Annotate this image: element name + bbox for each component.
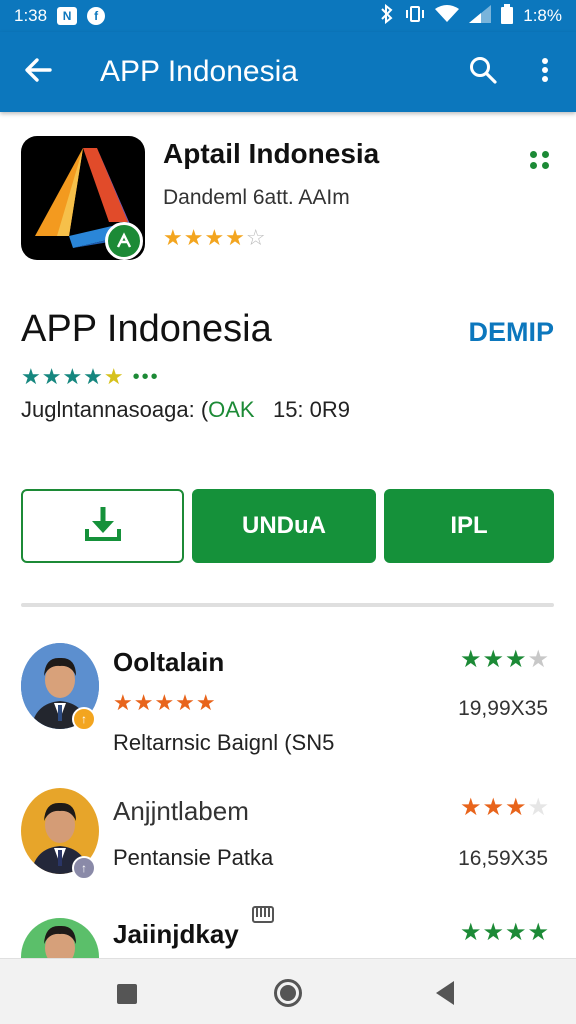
system-nav-bar: [0, 958, 576, 1024]
bluetooth-icon: [379, 3, 395, 29]
section-divider: [21, 603, 554, 607]
demip-link[interactable]: DEMIP: [468, 317, 554, 348]
avatar: [21, 918, 99, 958]
ipl-button[interactable]: IPL: [384, 489, 554, 563]
back-button[interactable]: [0, 32, 76, 112]
page-title: APP Indonesia: [21, 308, 272, 350]
app-bar-title: APP Indonesia: [100, 55, 298, 88]
app-developer[interactable]: Dandeml 6att. AAIm: [163, 186, 350, 210]
battery-text: 1:8%: [523, 6, 562, 25]
download-button[interactable]: [21, 489, 184, 563]
more-options-button[interactable]: [514, 32, 576, 112]
reviewer-subtitle: Pentansie Patka: [113, 845, 274, 870]
undua-button[interactable]: UNDuA: [192, 489, 376, 563]
reviewer-name: Anjjntlabem: [113, 796, 249, 826]
notification-icon: N: [57, 7, 78, 25]
battery-icon: [501, 3, 514, 29]
avatar-badge-icon: ↑: [72, 856, 96, 880]
app-rating-stars: ★★★★☆: [163, 225, 267, 250]
rating-stars: ★★★★★: [21, 364, 125, 389]
messenger-icon: f: [87, 7, 106, 25]
review-rating-stars: ★★★★: [459, 919, 550, 946]
review-rating-stars: ★★★★: [459, 646, 550, 673]
vibrate-icon: [405, 5, 425, 28]
recents-icon[interactable]: [117, 984, 137, 1004]
reviewer-stars: ★★★★★: [113, 690, 217, 715]
meta-prefix: Juglntannasoaga: (: [21, 397, 209, 422]
avatar-badge-icon: ↑: [72, 707, 96, 731]
verified-badge-icon: [105, 222, 143, 260]
review-size: 19,99X35: [458, 697, 548, 720]
more-vert-icon: [541, 57, 549, 88]
status-bar: 1:38 N f 1:8%: [0, 0, 576, 32]
wifi-icon: [435, 4, 460, 28]
app-name: Aptail Indonesia: [163, 138, 380, 169]
signal-icon: [469, 4, 492, 28]
download-icon: [83, 503, 123, 550]
rating-more: •••: [132, 365, 160, 388]
reviewer-name: Jaiinjdkay: [113, 919, 239, 949]
status-time: 1:38: [14, 6, 48, 25]
reviewer-subtitle: Reltarnsic Baignl (SN5: [113, 730, 335, 755]
nav-back-icon[interactable]: [436, 981, 454, 1005]
reviewer-name: Ooltalain: [113, 647, 225, 677]
meta-suffix: 15: 0R9: [272, 397, 351, 422]
home-icon[interactable]: [274, 979, 302, 1007]
app-bar: APP Indonesia: [0, 32, 576, 112]
search-icon: [469, 56, 497, 89]
arrow-back-icon: [24, 57, 52, 88]
review-size: 16,59X35: [458, 847, 548, 870]
meta-info: Juglntannasoaga: (OAK 15: 0R9: [21, 397, 350, 423]
calendar-icon: [252, 905, 274, 928]
app-menu-grid-icon[interactable]: [526, 146, 554, 174]
meta-highlight: OAK: [208, 397, 255, 422]
review-rating-stars: ★★★★: [459, 794, 550, 821]
details-rating: ★★★★★ •••: [21, 364, 160, 390]
search-button[interactable]: [452, 32, 514, 112]
